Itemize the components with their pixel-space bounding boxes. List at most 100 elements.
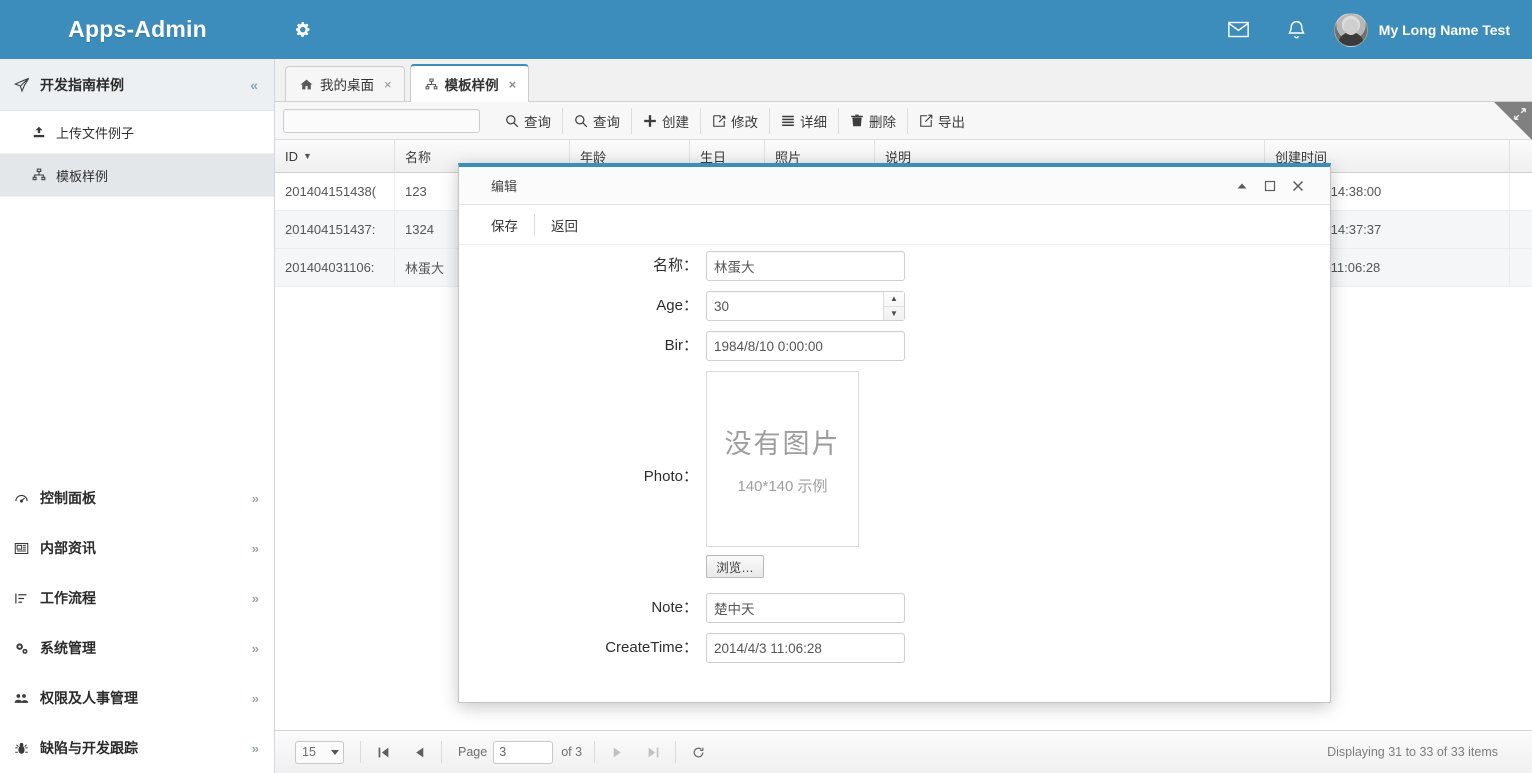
sidebar-link-label: 内部资讯 [40, 540, 96, 556]
search-input[interactable] [283, 108, 480, 133]
maximize-button[interactable] [1264, 180, 1276, 192]
chevron-down-icon[interactable]: » [252, 541, 259, 556]
sidebar-item-template-sample[interactable]: 模板样例 [0, 154, 274, 197]
search-icon [574, 114, 588, 128]
sidebar-item-label: 模板样例 [56, 168, 109, 184]
stepper-up-icon[interactable]: ▲ [884, 292, 904, 307]
users-icon [14, 691, 40, 706]
tab-template-sample[interactable]: 模板样例 × [409, 64, 530, 102]
tab-close-icon[interactable]: × [384, 77, 392, 92]
toolbar-button-search-1[interactable]: 查询 [494, 107, 563, 134]
stepper-down-icon[interactable]: ▼ [884, 307, 904, 321]
sidebar-group-label: 开发指南样例 [40, 76, 124, 93]
plus-icon [643, 114, 657, 128]
sidebar-link-label: 控制面板 [40, 490, 96, 506]
collapse-button[interactable] [1236, 180, 1248, 192]
toolbar-button-delete[interactable]: 删除 [839, 107, 908, 134]
sidebar-group-dev-guide[interactable]: 开发指南样例 « [0, 59, 274, 111]
export-icon [919, 114, 933, 128]
sidebar-link-system-admin[interactable]: 系统管理 » [0, 623, 274, 673]
first-page-button[interactable] [365, 739, 401, 765]
refresh-button[interactable] [680, 739, 716, 765]
back-button[interactable]: 返回 [535, 215, 594, 235]
field-label-create-time: CreateTime： [605, 639, 698, 656]
notifications-button[interactable] [1268, 0, 1326, 59]
column-header-label: ID [285, 148, 298, 164]
edit-icon [712, 114, 726, 128]
chevron-down-icon[interactable]: » [252, 641, 259, 656]
dialog-title-label: 编辑 [491, 179, 518, 194]
maximize-icon [1264, 180, 1276, 192]
nav-toggle-button[interactable] [275, 0, 337, 59]
chevron-down-icon [331, 749, 339, 755]
chevron-down-icon[interactable]: » [252, 741, 259, 756]
bell-icon [1286, 19, 1307, 40]
page-label: Page [458, 745, 488, 759]
page-number-input[interactable] [493, 740, 554, 764]
save-button[interactable]: 保存 [475, 215, 534, 235]
form-row-create-time: CreateTime： [459, 633, 1330, 663]
dashboard-icon [14, 491, 40, 506]
chevron-down-icon[interactable]: » [252, 691, 259, 706]
field-label-age: Age： [656, 297, 698, 314]
divider [360, 741, 361, 763]
sitemap-icon [425, 78, 438, 91]
page-total-label: of 3 [561, 745, 583, 759]
sidebar-link-bug-tracking[interactable]: 缺陷与开发跟踪 » [0, 723, 274, 773]
dialog-title-bar[interactable]: 编辑 [459, 167, 1330, 205]
toolbar-button-search-2[interactable]: 查询 [563, 107, 632, 134]
close-button[interactable] [1292, 180, 1304, 192]
browse-file-button[interactable]: 浏览… [706, 555, 764, 578]
messages-button[interactable] [1210, 0, 1268, 59]
form-row-age: Age： ▲ ▼ [459, 291, 1330, 321]
divider [441, 741, 442, 763]
page-size-select[interactable]: 15 [295, 740, 344, 764]
photo-placeholder-title: 没有图片 [724, 429, 841, 459]
panel-expand-button[interactable] [1494, 102, 1532, 140]
tab-strip: 我的桌面 × 模板样例 × [275, 59, 1532, 102]
sidebar-item-upload-sample[interactable]: 上传文件例子 [0, 111, 274, 154]
photo-preview[interactable]: 没有图片 140*140 示例 [706, 371, 859, 547]
chevron-down-icon[interactable]: » [252, 591, 259, 606]
create-time-field[interactable] [706, 633, 905, 663]
app-brand[interactable]: Apps-Admin [0, 0, 275, 59]
toolbar-button-label: 创建 [662, 114, 689, 130]
next-page-button[interactable] [599, 739, 635, 765]
tab-my-desktop[interactable]: 我的桌面 × [285, 66, 405, 101]
birthday-field[interactable] [706, 331, 905, 361]
toolbar-button-create[interactable]: 创建 [632, 107, 701, 134]
sidebar-link-permissions-hr[interactable]: 权限及人事管理 » [0, 673, 274, 723]
news-icon [14, 541, 40, 556]
age-field[interactable] [706, 291, 905, 321]
divider [594, 741, 596, 763]
user-menu[interactable]: My Long Name Test [1326, 0, 1532, 59]
sidebar-link-workflow[interactable]: 工作流程 » [0, 573, 274, 623]
cell-id: 201404151437: [275, 210, 395, 249]
field-label-name: 名称： [652, 257, 698, 274]
tab-close-icon[interactable]: × [509, 77, 517, 92]
chevron-up-icon[interactable]: « [250, 77, 258, 93]
home-icon [300, 78, 313, 91]
chevron-down-icon[interactable]: » [252, 491, 259, 506]
toolbar-button-edit[interactable]: 修改 [701, 107, 770, 134]
toolbar-button-detail[interactable]: 详细 [770, 107, 839, 134]
name-field[interactable] [706, 251, 905, 281]
prev-page-button[interactable] [401, 739, 437, 765]
column-header-label: 名称 [405, 149, 432, 165]
last-page-button[interactable] [635, 739, 671, 765]
sort-desc-icon[interactable]: ▼ [303, 151, 312, 161]
close-icon [1292, 180, 1304, 192]
toolbar-button-export[interactable]: 导出 [908, 108, 976, 134]
cell-id: 201404031106: [275, 248, 395, 287]
sidebar-link-dashboard[interactable]: 控制面板 » [0, 473, 274, 523]
search-icon [505, 114, 519, 128]
note-field[interactable] [706, 593, 905, 623]
tasks-icon [14, 591, 40, 606]
toolbar-button-label: 详细 [800, 114, 827, 130]
column-header-id[interactable]: ID ▼ [275, 139, 395, 173]
form-row-birthday: Bir： [459, 331, 1330, 361]
toolbar-button-label: 删除 [869, 114, 896, 130]
sidebar-link-internal-news[interactable]: 内部资讯 » [0, 523, 274, 573]
sidebar-link-label: 工作流程 [40, 590, 96, 606]
quantity-stepper[interactable]: ▲ ▼ [883, 292, 904, 320]
